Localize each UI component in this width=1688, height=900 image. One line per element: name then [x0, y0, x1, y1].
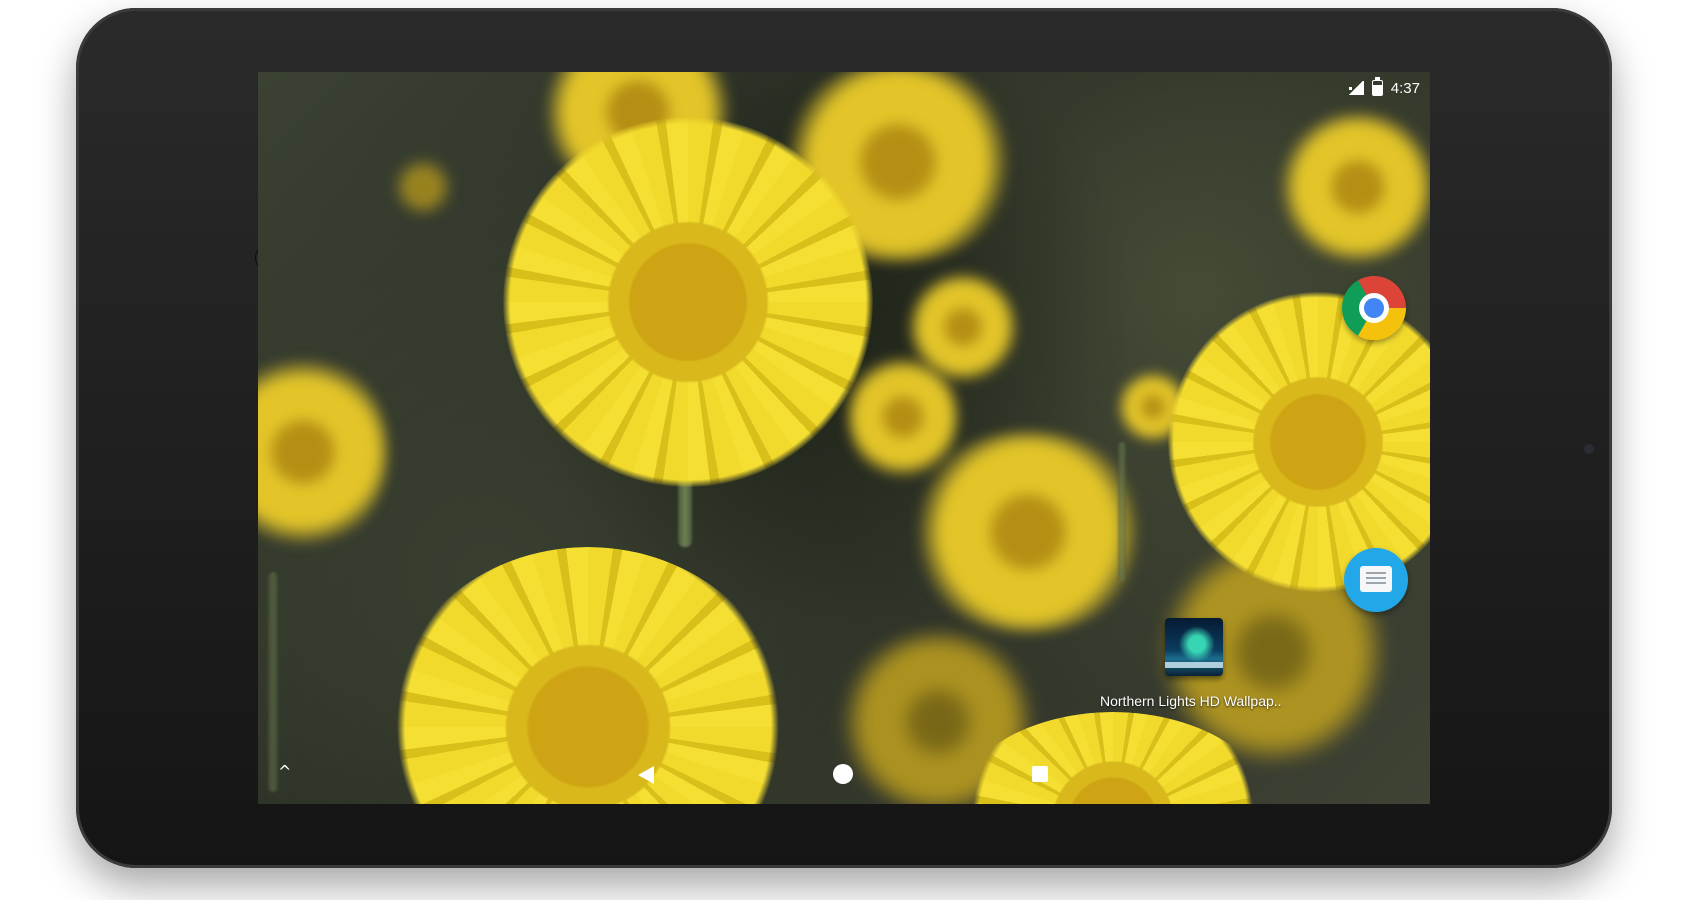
wallpaper-flower [258, 352, 388, 552]
back-icon[interactable] [638, 766, 654, 784]
status-bar: 4:37 [1347, 76, 1420, 100]
navigation-bar: ^ [258, 748, 1430, 804]
wallpaper-flower [908, 432, 1148, 632]
home-screen: 4:37 Northern Lights HD Wallpap.. ^ [258, 72, 1430, 804]
wallpaper-stem [1118, 442, 1126, 582]
signal-icon [1347, 81, 1364, 95]
messages-card-icon [1360, 566, 1392, 592]
chevron-up-icon[interactable]: ^ [278, 762, 291, 781]
wallpaper-flower [398, 162, 448, 212]
battery-icon [1371, 77, 1383, 96]
northern-lights-label[interactable]: Northern Lights HD Wallpap.. [1100, 693, 1282, 709]
northern-lights-hd-wallpaper-icon[interactable] [1165, 618, 1223, 676]
chrome-icon[interactable] [1342, 276, 1406, 340]
home-icon[interactable] [833, 764, 853, 784]
wallpaper-flower [1278, 112, 1430, 262]
messages-icon[interactable] [1344, 548, 1408, 612]
light-sensor [1584, 444, 1594, 454]
wallpaper-flower [503, 117, 873, 487]
wallpaper-flower [1168, 292, 1430, 592]
status-time: 4:37 [1390, 79, 1420, 97]
recents-icon[interactable] [1032, 766, 1048, 782]
